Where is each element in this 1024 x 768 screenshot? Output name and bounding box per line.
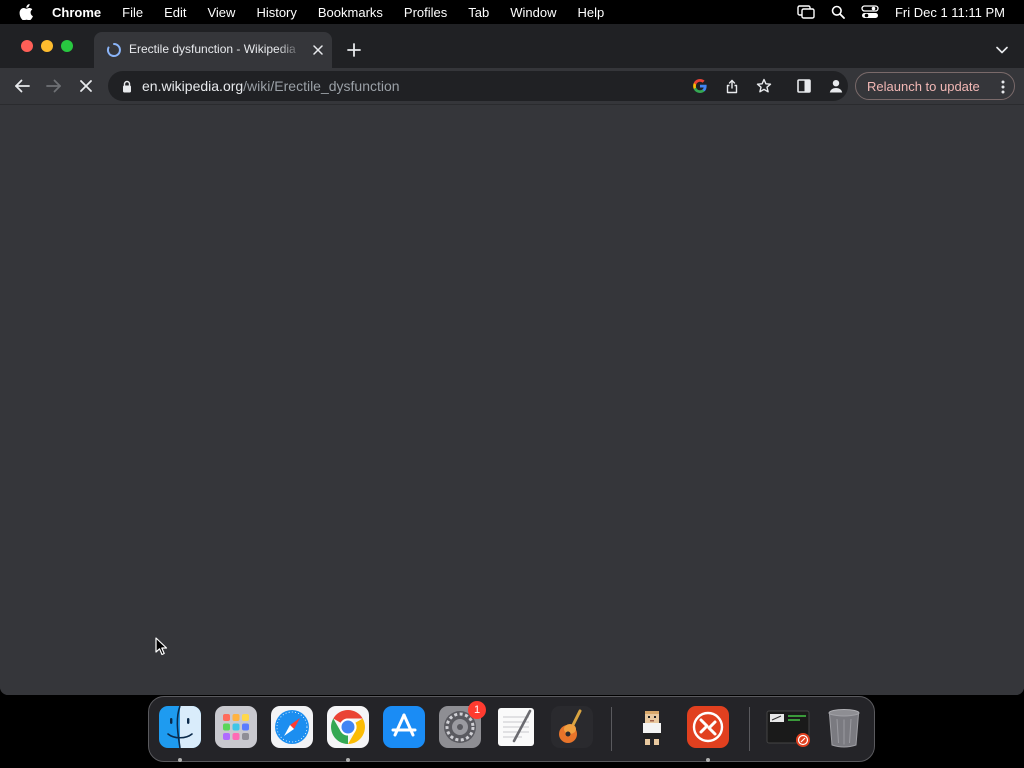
dock-item-minimized-window[interactable]	[766, 705, 810, 749]
dock-separator	[749, 707, 750, 751]
dock-item-textedit[interactable]	[494, 705, 538, 749]
dock-running-indicator	[346, 758, 350, 762]
url-path: /wiki/Erectile_dysfunction	[243, 78, 400, 94]
remote-desktop-icon	[687, 706, 729, 748]
tab-close-icon[interactable]	[310, 42, 326, 58]
desktop-screen: Chrome File Edit View History Bookmarks …	[0, 0, 1024, 768]
stop-loading-icon[interactable]	[74, 74, 98, 98]
relaunch-label: Relaunch to update	[867, 78, 980, 94]
dock-item-pixel-character[interactable]	[630, 705, 674, 749]
dock-item-finder[interactable]	[158, 705, 202, 749]
safari-icon	[271, 706, 313, 748]
menu-profiles[interactable]: Profiles	[404, 5, 447, 20]
chrome-icon	[327, 706, 369, 748]
dock-item-garageband[interactable]	[550, 705, 594, 749]
garageband-icon	[551, 706, 593, 748]
dock-running-indicator	[178, 758, 182, 762]
chevron-down-icon[interactable]	[994, 42, 1010, 58]
menu-help[interactable]: Help	[578, 5, 605, 20]
browser-toolbar: en.wikipedia.org/wiki/Erectile_dysfuncti…	[0, 68, 1024, 105]
tab-strip: Erectile dysfunction - Wikipedia	[0, 24, 1024, 68]
dock-item-trash[interactable]	[822, 705, 866, 749]
back-arrow-icon[interactable]	[10, 74, 34, 98]
spotlight-search-icon[interactable]	[831, 5, 845, 19]
menu-edit[interactable]: Edit	[164, 5, 186, 20]
side-panel-icon[interactable]	[792, 74, 816, 98]
screen-mirroring-icon[interactable]	[797, 5, 815, 19]
minimized-window-icon	[766, 710, 810, 747]
page-content-area[interactable]	[0, 105, 1024, 695]
dock-item-app-store[interactable]	[382, 705, 426, 749]
window-close-button[interactable]	[21, 40, 33, 52]
finder-icon	[159, 705, 201, 749]
share-icon[interactable]	[723, 77, 741, 95]
app-store-icon	[383, 706, 425, 748]
bookmark-star-icon[interactable]	[755, 77, 773, 95]
menu-tab[interactable]: Tab	[468, 5, 489, 20]
url-host: en.wikipedia.org	[142, 78, 244, 94]
menu-bar: Chrome File Edit View History Bookmarks …	[0, 0, 1024, 24]
launchpad-icon	[215, 706, 257, 748]
window-maximize-button[interactable]	[61, 40, 73, 52]
menu-app-name[interactable]: Chrome	[52, 5, 101, 20]
dock-running-indicator	[706, 758, 710, 762]
kebab-menu-icon[interactable]	[1000, 79, 1006, 95]
menu-file[interactable]: File	[122, 5, 143, 20]
dock: 1	[148, 696, 875, 762]
lock-icon[interactable]	[120, 79, 134, 93]
address-bar[interactable]: en.wikipedia.org/wiki/Erectile_dysfuncti…	[108, 71, 848, 101]
dock-item-launchpad[interactable]	[214, 705, 258, 749]
menu-bookmarks[interactable]: Bookmarks	[318, 5, 383, 20]
forward-arrow-icon[interactable]	[42, 74, 66, 98]
mouse-cursor-icon	[155, 637, 169, 657]
menu-bar-clock[interactable]: Fri Dec 1 11:11 PM	[895, 5, 1005, 20]
tab-title: Erectile dysfunction - Wikipedia	[129, 42, 296, 56]
profile-avatar-icon[interactable]	[824, 74, 848, 98]
google-lens-icon[interactable]	[691, 77, 709, 95]
notification-badge: 1	[468, 701, 486, 719]
menu-history[interactable]: History	[256, 5, 296, 20]
control-center-icon[interactable]	[861, 5, 879, 19]
pixel-character-icon	[643, 711, 661, 745]
url-text[interactable]: en.wikipedia.org/wiki/Erectile_dysfuncti…	[142, 78, 400, 94]
textedit-icon	[498, 708, 534, 746]
chrome-window: Erectile dysfunction - Wikipedia en.wiki…	[0, 24, 1024, 695]
dock-item-system-preferences[interactable]: 1	[438, 701, 486, 749]
menu-window[interactable]: Window	[510, 5, 556, 20]
tab-active[interactable]: Erectile dysfunction - Wikipedia	[94, 32, 332, 68]
trash-icon	[828, 709, 860, 748]
new-tab-icon[interactable]	[345, 41, 363, 59]
loading-spinner-icon	[106, 42, 122, 58]
menu-view[interactable]: View	[207, 5, 235, 20]
dock-item-safari[interactable]	[270, 705, 314, 749]
menu-bar-status-area: Fri Dec 1 11:11 PM	[797, 0, 1005, 24]
dock-item-remote-desktop[interactable]	[686, 705, 730, 749]
dock-separator	[611, 707, 612, 751]
apple-menu-icon[interactable]	[18, 4, 34, 20]
window-minimize-button[interactable]	[41, 40, 53, 52]
relaunch-to-update-button[interactable]: Relaunch to update	[855, 72, 1015, 100]
dock-item-chrome[interactable]	[326, 705, 370, 749]
